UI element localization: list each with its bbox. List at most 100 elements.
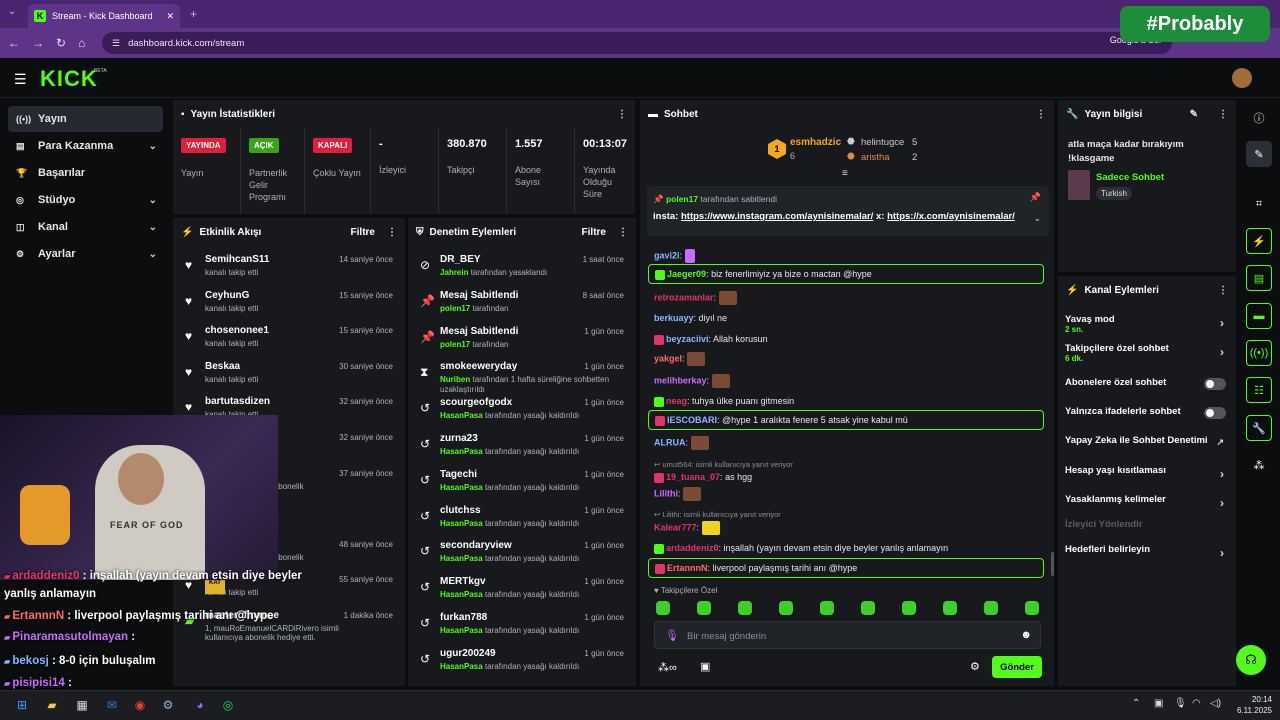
mod-user[interactable]: HasanPasa	[440, 447, 483, 456]
chat-settings-icon[interactable]: ⚙	[970, 660, 980, 673]
mod-row[interactable]: ⊘ DR_BEY Jahrein tarafından yasaklandı 1 sa…	[408, 248, 636, 284]
forward-icon[interactable]: →	[32, 36, 44, 50]
site-info-icon[interactable]: ☰	[112, 38, 120, 49]
channel-action-6[interactable]: Yasaklanmış kelimeler ›	[1065, 494, 1230, 510]
address-bar[interactable]: ☰ dashboard.kick.com/stream Google'a Sor	[102, 32, 1172, 54]
stats-more-icon[interactable]: ⋮	[617, 109, 627, 120]
chat-username[interactable]: ALRUA	[654, 437, 686, 447]
chat-username[interactable]: berkuayy	[654, 313, 694, 323]
activity-row[interactable]: ♥ SemihcanS11 kanalı takip etti 14 saniye ö…	[173, 248, 405, 284]
chat-message[interactable]: ErtannnN: liverpool paylaşmış tarihi anı…	[648, 558, 1044, 578]
discord-icon[interactable]: ◕	[190, 695, 210, 715]
chat-message[interactable]: melihberkay:	[648, 371, 1044, 391]
spotify-icon[interactable]: ◎	[218, 695, 238, 715]
info-more-icon[interactable]: ⋮	[1218, 109, 1228, 120]
start-icon[interactable]: ⊞	[12, 695, 32, 715]
browser-tab[interactable]: K Stream - Kick Dashboard ✕	[28, 4, 180, 28]
mod-user[interactable]: HasanPasa	[440, 519, 483, 528]
bolt-rail-icon[interactable]: ⚡	[1246, 228, 1272, 254]
chat-message[interactable]: berkuayy: diyıl ne	[648, 309, 1044, 327]
store-icon[interactable]: ▣	[700, 660, 710, 673]
channel-action-4[interactable]: Yapay Zeka ile Sohbet Denetimi ↗	[1065, 435, 1230, 447]
mod-user[interactable]: Nuriben	[440, 375, 470, 384]
mod-row[interactable]: 📌 Mesaj Sabitlendi polen17 tarafından 1 gün…	[408, 320, 636, 356]
chat-username[interactable]: IESCOBARI	[667, 415, 717, 425]
chat-username[interactable]: Kalear777	[654, 522, 697, 532]
chat-message[interactable]: gavi2i:	[648, 246, 1044, 266]
category-name[interactable]: Sadece Sohbet	[1096, 172, 1164, 183]
chat-message[interactable]: Jaeger09: biz fenerlimiyiz ya bize o mac…	[648, 264, 1044, 284]
chat-username[interactable]: Lilithi	[654, 488, 678, 498]
pinned-by-user[interactable]: polen17	[666, 194, 698, 204]
chat-username[interactable]: ErtannnN	[667, 563, 708, 573]
chat-username[interactable]: 19_tuana_07	[666, 472, 720, 482]
mod-row[interactable]: ↺ ugur200249 HasanPasa tarafından yasağı k…	[408, 642, 636, 678]
mod-user[interactable]: HasanPasa	[440, 554, 483, 563]
channel-action-1[interactable]: Takipçilere özel sohbet 6 dk. ›	[1065, 343, 1230, 363]
emote-icon[interactable]	[902, 601, 916, 615]
emote-icon[interactable]	[656, 601, 670, 615]
chat-message[interactable]: ardaddeniz0: inşallah (yayın devam etsin…	[648, 539, 1044, 557]
sidebar-item-5[interactable]: ⚙ Ayarlar ⌄	[8, 241, 163, 267]
send-button[interactable]: Gönder	[992, 656, 1042, 678]
mod-user[interactable]: HasanPasa	[440, 626, 483, 635]
mod-row[interactable]: ↺ zurna23 HasanPasa tarafından yasağı kald…	[408, 427, 636, 463]
mod-row[interactable]: ↺ MERTkgv HasanPasa tarafından yasağı kald…	[408, 570, 636, 606]
file-explorer-icon[interactable]: ▰	[42, 695, 62, 715]
chat-message[interactable]: retrozamanlar:	[648, 288, 1044, 308]
info-icon[interactable]: ⓘ	[1246, 105, 1272, 131]
edit-info-icon[interactable]: ✎	[1190, 109, 1198, 120]
chat-username[interactable]: melihberkay	[654, 375, 707, 385]
collapse-leaderboard-icon[interactable]: ≡	[842, 168, 848, 179]
emote-icon[interactable]	[1025, 601, 1039, 615]
mod-user[interactable]: HasanPasa	[440, 590, 483, 599]
chat-username[interactable]: neag	[666, 396, 687, 406]
back-icon[interactable]: ←	[8, 36, 20, 50]
sidebar-item-1[interactable]: ▤ Para Kazanma ⌄	[8, 133, 163, 159]
chat-more-icon[interactable]: ⋮	[1036, 109, 1046, 120]
mic-icon[interactable]: 🎙	[665, 629, 679, 642]
mod-user[interactable]: polen17	[440, 304, 470, 313]
chat-username[interactable]: yakgel	[654, 353, 682, 363]
kick-logo[interactable]: KICK	[40, 66, 98, 92]
chat-rail-icon[interactable]: ▬	[1246, 303, 1272, 329]
tray-overflow-icon[interactable]: ⌃	[1132, 698, 1140, 709]
chat-message[interactable]: ↩ Lilithi: isimli kullanıcıya yanıt veri…	[648, 506, 1044, 538]
emote-icon[interactable]	[738, 601, 752, 615]
chat-message[interactable]: yakgel:	[648, 349, 1044, 369]
points-icon[interactable]: ⁂∞	[658, 661, 677, 674]
activity-row[interactable]: ♥ CeyhunG kanalı takip etti 15 saniye önce	[173, 284, 405, 320]
emoji-picker-icon[interactable]: ☻	[1020, 629, 1032, 641]
emote-icon[interactable]	[984, 601, 998, 615]
mod-more-icon[interactable]: ⋮	[618, 227, 628, 238]
channel-action-5[interactable]: Hesap yaşı kısıtlaması ›	[1065, 465, 1230, 481]
chat-message[interactable]: beyzaciivi: Allah korusun	[648, 330, 1044, 348]
outlook-icon[interactable]: ✉	[102, 695, 122, 715]
chat-message[interactable]: ALRUA:	[648, 433, 1044, 453]
chrome-icon[interactable]: ◉	[130, 695, 150, 715]
crop-icon[interactable]: ⌗	[1246, 191, 1272, 217]
sidebar-item-3[interactable]: ◎ Stüdyo ⌄	[8, 187, 163, 213]
emote-icon[interactable]	[943, 601, 957, 615]
activity-filter-button[interactable]: Filtre	[351, 227, 375, 238]
chat-username[interactable]: retrozamanlar	[654, 292, 714, 302]
sidebar-item-4[interactable]: ◫ Kanal ⌄	[8, 214, 163, 240]
task-view-icon[interactable]: ▦	[72, 695, 92, 715]
mod-row[interactable]: ⧗ smokeeweryday Nuriben tarafından 1 hafta…	[408, 355, 636, 394]
channel-more-icon[interactable]: ⋮	[1218, 285, 1228, 296]
home-icon[interactable]: ⌂	[78, 36, 85, 50]
chat-message[interactable]: Lilithi:	[648, 484, 1044, 504]
leader-3-name[interactable]: aristha	[861, 152, 890, 163]
apps-rail-icon[interactable]: ⁂	[1246, 452, 1272, 478]
chat-input[interactable]: 🎙 Bir mesaj gönderin ☻	[654, 621, 1041, 649]
toggle-switch[interactable]	[1204, 378, 1226, 390]
mod-user[interactable]: polen17	[440, 340, 470, 349]
mod-filter-button[interactable]: Filtre	[582, 227, 606, 238]
activity-more-icon[interactable]: ⋮	[387, 227, 397, 238]
tray-mic-icon[interactable]: 🎙	[1174, 698, 1187, 709]
chat-username[interactable]: ardaddeniz0	[666, 543, 719, 553]
wrench-rail-icon[interactable]: 🔧	[1246, 415, 1272, 441]
chat-scrollbar[interactable]	[1051, 552, 1054, 576]
chat-username[interactable]: beyzaciivi	[666, 334, 709, 344]
activity-row[interactable]: ♥ Beskaa kanalı takip etti 30 saniye önce	[173, 355, 405, 391]
